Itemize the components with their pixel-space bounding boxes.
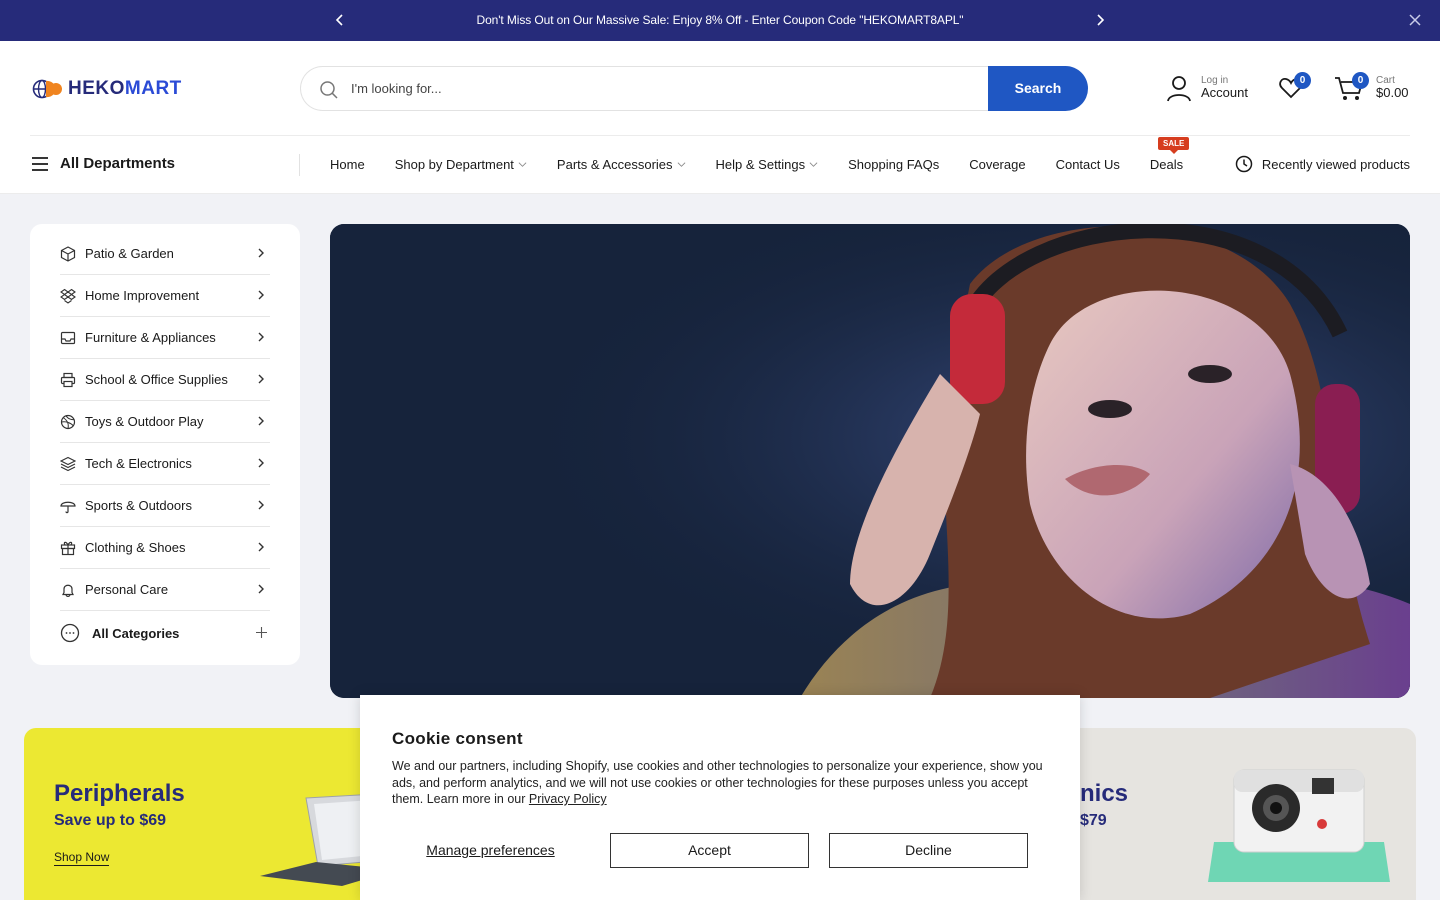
- cookie-title: Cookie consent: [392, 729, 523, 748]
- site-header: HEKOMART Search Log in Account 0 0 Cart …: [0, 41, 1440, 135]
- account-label: Account: [1201, 85, 1248, 101]
- nav-deals[interactable]: Deals: [1150, 157, 1183, 172]
- bell-icon: [62, 584, 74, 597]
- wishlist-count-badge: 0: [1294, 72, 1311, 89]
- category-item[interactable]: Personal Care: [60, 569, 270, 611]
- chevron-right-icon: [258, 542, 264, 552]
- all-departments-button[interactable]: All Departments: [32, 155, 175, 172]
- all-categories-label: All Categories: [92, 625, 180, 641]
- dropbox-icon: [60, 288, 76, 304]
- chevron-right-icon: [258, 248, 264, 258]
- manage-preferences-button[interactable]: Manage preferences: [392, 833, 589, 868]
- chevron-right-icon: [258, 290, 264, 300]
- category-item[interactable]: Sports & Outdoors: [60, 485, 270, 527]
- wishlist-button[interactable]: 0: [1278, 72, 1311, 101]
- clock-icon: [1235, 155, 1253, 173]
- promo-card-electronics[interactable]: nics $79: [1040, 728, 1416, 900]
- account-link[interactable]: Log in Account: [1166, 74, 1248, 102]
- logo-wordmark: HEKOMART: [68, 78, 182, 99]
- hamburger-icon: [32, 156, 48, 171]
- all-categories-button[interactable]: All Categories: [60, 618, 270, 648]
- search-icon: [320, 81, 338, 99]
- cart-total: $0.00: [1376, 85, 1409, 101]
- chevron-right-icon[interactable]: [1090, 10, 1110, 30]
- cookie-body: We and our partners, including Shopify, …: [392, 759, 1043, 806]
- ball-icon: [60, 414, 76, 429]
- chevron-right-icon: [258, 416, 264, 426]
- cart-count-badge: 0: [1352, 72, 1369, 89]
- chevron-right-icon: [258, 332, 264, 342]
- announcement-message: Don't Miss Out on Our Massive Sale: Enjo…: [476, 13, 964, 27]
- promo-title: nics: [1080, 780, 1129, 807]
- nav-links: Home Shop by Department Parts & Accessor…: [330, 157, 1213, 172]
- promo-title: Peripherals: [54, 780, 185, 807]
- inbox-icon: [60, 331, 76, 344]
- chevron-down-icon: [518, 162, 527, 167]
- promo-subtitle: Save up to $69: [54, 812, 167, 829]
- cart-link[interactable]: 0 Cart $0.00: [1334, 72, 1409, 102]
- recently-viewed-link[interactable]: Recently viewed products: [1235, 155, 1410, 173]
- nav-shop-by-department[interactable]: Shop by Department: [395, 157, 527, 172]
- promo-card-peripherals[interactable]: Peripherals Save up to $69 Shop Now: [24, 728, 404, 900]
- announcement-bar: Don't Miss Out on Our Massive Sale: Enjo…: [0, 0, 1440, 41]
- accept-button[interactable]: Accept: [610, 833, 809, 868]
- hero-banner[interactable]: [330, 224, 1410, 698]
- user-icon: [1167, 76, 1191, 102]
- chevron-down-icon: [677, 162, 685, 167]
- category-item[interactable]: Patio & Garden: [60, 233, 270, 275]
- sale-badge: SALE: [1158, 137, 1190, 154]
- privacy-policy-link[interactable]: Privacy Policy: [529, 792, 607, 806]
- chevron-right-icon: [258, 374, 264, 384]
- category-sidebar: Patio & Garden Home Improvement Furnitur…: [30, 224, 300, 665]
- decline-button[interactable]: Decline: [829, 833, 1028, 868]
- gift-icon: [60, 541, 76, 555]
- globe-logo-icon: [32, 79, 62, 99]
- chevron-right-icon: [258, 584, 264, 594]
- close-icon[interactable]: [1406, 11, 1424, 29]
- umbrella-icon: [60, 501, 76, 513]
- printer-icon: [60, 372, 76, 387]
- category-item[interactable]: School & Office Supplies: [60, 359, 270, 401]
- box-icon: [60, 245, 76, 262]
- cookie-consent-dialog: Cookie consent We and our partners, incl…: [360, 695, 1080, 900]
- category-item[interactable]: Clothing & Shoes: [60, 527, 270, 569]
- nav-contact-us[interactable]: Contact Us: [1056, 157, 1120, 172]
- all-departments-label: All Departments: [60, 155, 176, 172]
- category-item[interactable]: Toys & Outdoor Play: [60, 401, 270, 443]
- main-nav: All Departments Home Shop by Department …: [0, 135, 1440, 194]
- camera-image: [1208, 769, 1390, 882]
- shop-now-link[interactable]: Shop Now: [54, 850, 110, 866]
- chevron-down-icon: [809, 162, 818, 167]
- layers-icon: [60, 456, 76, 471]
- category-item[interactable]: Home Improvement: [60, 275, 270, 317]
- nav-shopping-faqs[interactable]: Shopping FAQs: [848, 157, 939, 172]
- category-item[interactable]: Tech & Electronics: [60, 443, 270, 485]
- plus-icon: [256, 627, 267, 638]
- more-icon: [60, 623, 80, 643]
- category-item[interactable]: Furniture & Appliances: [60, 317, 270, 359]
- recently-viewed-label: Recently viewed products: [1261, 156, 1410, 172]
- nav-help-settings[interactable]: Help & Settings: [716, 157, 819, 172]
- chevron-right-icon: [258, 500, 264, 510]
- nav-parts-accessories[interactable]: Parts & Accessories: [557, 157, 686, 172]
- hero-image: [330, 224, 1410, 698]
- site-logo[interactable]: HEKOMART: [32, 78, 182, 100]
- search-button[interactable]: Search: [988, 66, 1088, 111]
- nav-coverage[interactable]: Coverage: [969, 157, 1025, 172]
- search-bar: Search: [300, 66, 1088, 111]
- search-input[interactable]: [351, 67, 971, 110]
- chevron-right-icon: [258, 458, 264, 468]
- nav-home[interactable]: Home: [330, 157, 365, 172]
- promo-subtitle: $79: [1080, 812, 1107, 829]
